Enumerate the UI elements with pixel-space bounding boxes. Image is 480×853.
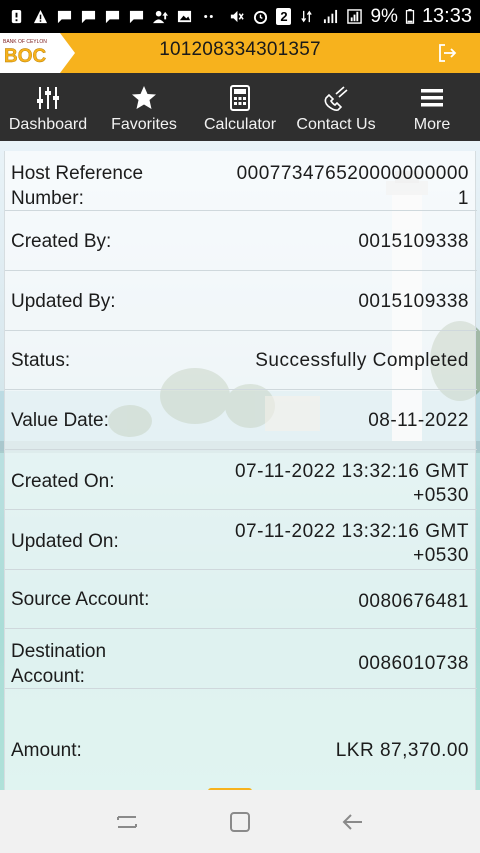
nav-label: Contact Us [296, 116, 376, 133]
sim-2-icon: 2 [276, 8, 292, 25]
detail-label: Value Date: [11, 410, 109, 431]
details-panel: Host Reference Number: 00077347652000000… [4, 151, 477, 790]
clock: 13:33 [421, 5, 472, 27]
nav-label: Calculator [203, 116, 277, 133]
message-icon [128, 9, 145, 24]
transaction-details-screen[interactable]: Host Reference Number: 00077347652000000… [0, 141, 480, 790]
nav-label: Dashboard [8, 116, 88, 133]
detail-value: 000773476520000000000 [236, 163, 469, 184]
bank-logo-text: BOC [4, 46, 47, 67]
detail-label: Status: [11, 350, 71, 371]
message-icon [104, 9, 121, 24]
more-dots-icon [200, 9, 217, 24]
detail-value: +0530 [413, 545, 469, 566]
sliders-icon [34, 84, 62, 112]
detail-label: Amount: [11, 740, 82, 761]
detail-row-destination-account: Destination Account: 0086010738 [5, 629, 477, 689]
detail-value: 0080676481 [358, 591, 469, 612]
detail-row-created-by: Created By: 0015109338 [5, 211, 477, 271]
main-nav: Dashboard Favorites Calculator Contact U… [0, 73, 480, 141]
status-value: Successfully Completed [255, 350, 469, 371]
detail-row-created-on: Created On: 07-11-2022 13:32:16 GMT +053… [5, 450, 477, 510]
menu-icon [418, 84, 446, 112]
logout-icon[interactable] [436, 42, 458, 64]
detail-label: Updated By: [11, 291, 116, 312]
detail-row-status: Status: Successfully Completed [5, 331, 477, 390]
notification-icon [8, 9, 25, 24]
person-upload-icon [152, 9, 169, 24]
calculator-icon [226, 84, 254, 112]
phone-icon [322, 84, 350, 112]
signal-icon [346, 9, 363, 24]
status-bar-notifications [8, 9, 217, 24]
status-bar-system: 2 9% 13:33 [228, 5, 472, 28]
battery-level: 9% [370, 5, 398, 27]
detail-value: 07-11-2022 13:32:16 GMT [234, 521, 469, 542]
detail-label: Host Reference [11, 163, 144, 184]
detail-value: 1 [457, 188, 469, 209]
app-header: 101208334301357 BANK OF CEYLON BOC [0, 33, 480, 73]
message-icon [80, 9, 97, 24]
detail-value: 0086010738 [358, 653, 469, 674]
detail-label: Created By: [11, 231, 112, 252]
detail-label: Created On: [11, 471, 115, 492]
detail-label: Account: [11, 666, 85, 687]
detail-value: +0530 [413, 485, 469, 506]
nav-more[interactable]: More [384, 73, 480, 141]
system-navigation-bar [0, 790, 480, 853]
detail-row-updated-on: Updated On: 07-11-2022 13:32:16 GMT +053… [5, 510, 477, 570]
back-icon[interactable] [340, 809, 366, 835]
detail-label: Number: [11, 188, 84, 209]
detail-row-amount: Amount: LKR 87,370.00 [5, 689, 477, 790]
signal-icon [322, 9, 339, 24]
mute-icon [228, 9, 245, 24]
detail-row-value-date: Value Date: 08-11-2022 [5, 390, 477, 450]
battery-icon [405, 9, 415, 24]
nav-dashboard[interactable]: Dashboard [0, 73, 96, 141]
detail-value: 0015109338 [358, 291, 469, 312]
detail-row-updated-by: Updated By: 0015109338 [5, 271, 477, 331]
data-icon [298, 9, 315, 24]
recents-icon[interactable] [114, 809, 140, 835]
nav-label: Favorites [111, 116, 177, 133]
star-icon [130, 84, 158, 112]
detail-row-source-account: Source Account: 0080676481 [5, 570, 477, 629]
nav-calculator[interactable]: Calculator [192, 73, 288, 141]
bank-name: BANK OF CEYLON [3, 39, 47, 45]
detail-label: Updated On: [11, 531, 119, 552]
detail-label: Source Account: [11, 589, 150, 610]
bank-logo[interactable]: BANK OF CEYLON BOC [0, 33, 75, 73]
detail-value: 0015109338 [358, 231, 469, 252]
status-bar: 2 9% 13:33 [0, 0, 480, 33]
warning-icon [32, 9, 49, 24]
alarm-icon [252, 9, 269, 24]
nav-favorites[interactable]: Favorites [96, 73, 192, 141]
nav-contact-us[interactable]: Contact Us [288, 73, 384, 141]
message-icon [56, 9, 73, 24]
detail-value: 07-11-2022 13:32:16 GMT [234, 461, 469, 482]
detail-value: 08-11-2022 [368, 410, 469, 431]
home-icon[interactable] [227, 809, 253, 835]
detail-label: Destination [11, 641, 107, 662]
image-icon [176, 9, 193, 24]
nav-label: More [413, 116, 451, 133]
detail-row-host-reference: Host Reference Number: 00077347652000000… [5, 151, 477, 211]
amount-value: LKR 87,370.00 [335, 740, 469, 761]
